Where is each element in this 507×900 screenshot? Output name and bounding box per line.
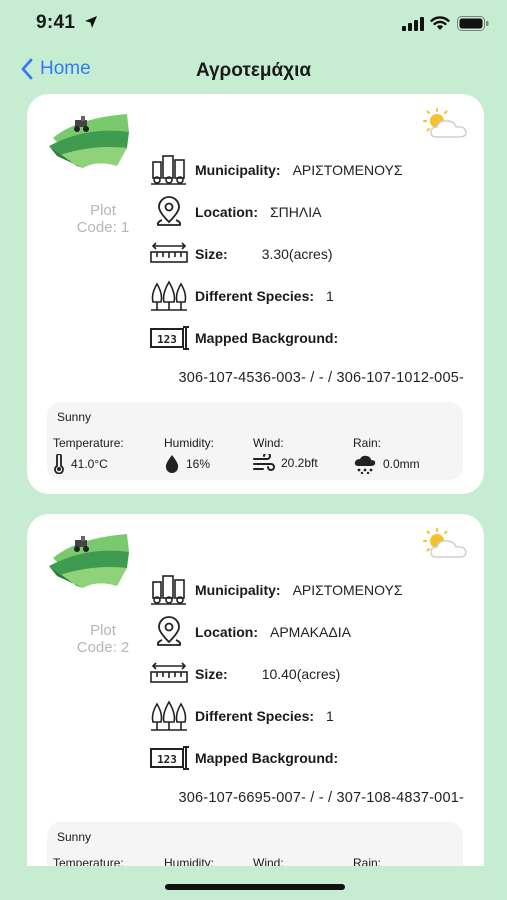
species-value: 1 bbox=[326, 288, 334, 304]
temperature-value: 41.0°C bbox=[71, 457, 108, 471]
buildings-icon bbox=[149, 153, 189, 187]
plot-code-line1: Plot bbox=[90, 202, 116, 219]
rain-metric: Rain: bbox=[353, 856, 381, 866]
status-bar: 9:41 bbox=[4, 0, 503, 50]
temperature-label: Temperature: bbox=[53, 856, 124, 866]
humidity-label: Humidity: bbox=[164, 856, 215, 866]
size-row: Size: 3.30(acres) bbox=[149, 236, 333, 272]
rain-value: 0.0mm bbox=[383, 457, 420, 471]
trees-icon bbox=[149, 279, 189, 313]
size-row: Size: 10.40(acres) bbox=[149, 656, 340, 692]
size-value: 3.30(acres) bbox=[261, 246, 333, 262]
ruler-icon bbox=[149, 657, 189, 691]
plot-code: Plot Code: 2 bbox=[47, 622, 159, 656]
municipality-row: Municipality: ΑΡΙΣΤΟΜΕΝΟΥΣ bbox=[149, 572, 403, 608]
buildings-icon bbox=[149, 573, 189, 607]
svg-text:123: 123 bbox=[157, 333, 177, 346]
numeric-code-icon: 123 bbox=[149, 321, 189, 355]
temperature-metric: Temperature: 41.0°C bbox=[53, 436, 124, 474]
location-label: Location: bbox=[195, 624, 258, 640]
mapped-background-codes: 306-107-6695-007- / - / 307-108-4837-001… bbox=[178, 790, 464, 806]
location-arrow-icon bbox=[85, 16, 97, 28]
weather-condition: Sunny bbox=[57, 410, 92, 424]
wind-metric: Wind: bbox=[253, 856, 284, 866]
species-label: Different Species: bbox=[195, 288, 315, 304]
weather-panel: Sunny Temperature: 41.0°C Humidity: 16% … bbox=[47, 402, 463, 480]
mapped-background-label: Mapped Background: bbox=[195, 330, 339, 346]
map-pin-icon bbox=[149, 195, 189, 229]
plot-code-line2: Code: 2 bbox=[76, 639, 130, 656]
rain-metric: Rain: 0.0mm bbox=[353, 436, 420, 474]
plot-code: Plot Code: 1 bbox=[47, 202, 159, 236]
wind-value: 20.2bft bbox=[281, 456, 318, 470]
location-row: Location: ΣΠΗΛΙΑ bbox=[149, 194, 321, 230]
plot-code-line1: Plot bbox=[90, 622, 116, 639]
page-title: Αγροτεμάχια bbox=[195, 60, 312, 81]
status-time: 9:41 bbox=[36, 12, 76, 33]
plot-list[interactable]: Plot Code: 1 Municipality: ΑΡΙΣΤΟΜΕΝΟΥΣ bbox=[4, 92, 503, 866]
location-row: Location: ΑΡΜΑΚΑΔΙΑ bbox=[149, 614, 351, 650]
numeric-code-icon: 123 bbox=[149, 741, 189, 775]
rain-label: Rain: bbox=[353, 436, 382, 450]
weather-panel: Sunny Temperature: Humidity: Wind: Rain: bbox=[47, 822, 463, 866]
species-label: Different Species: bbox=[195, 708, 315, 724]
temperature-metric: Temperature: bbox=[53, 856, 124, 866]
size-label: Size: bbox=[195, 246, 228, 262]
svg-text:123: 123 bbox=[157, 753, 177, 766]
weather-condition: Sunny bbox=[57, 830, 92, 844]
plot-code-line2: Code: 1 bbox=[76, 219, 130, 236]
temperature-label: Temperature: bbox=[53, 436, 124, 450]
wind-label: Wind: bbox=[253, 436, 284, 450]
mapped-background-row: 123 Mapped Background: bbox=[149, 320, 350, 356]
humidity-metric: Humidity: 16% bbox=[164, 436, 214, 474]
partly-sunny-weather-icon bbox=[423, 528, 467, 558]
wind-label: Wind: bbox=[253, 856, 284, 866]
location-value: ΑΡΜΑΚΑΔΙΑ bbox=[270, 624, 351, 640]
humidity-label: Humidity: bbox=[164, 436, 215, 450]
mapped-background-codes: 306-107-4536-003- / - / 306-107-1012-005… bbox=[178, 370, 464, 386]
water-drop-icon bbox=[165, 455, 179, 473]
wind-metric: Wind: 20.2bft bbox=[253, 436, 318, 472]
trees-icon bbox=[149, 699, 189, 733]
cellular-signal-icon bbox=[402, 17, 424, 31]
battery-icon bbox=[457, 16, 489, 31]
species-value: 1 bbox=[326, 708, 334, 724]
rain-cloud-icon bbox=[354, 455, 376, 474]
wifi-icon bbox=[430, 16, 450, 30]
location-label: Location: bbox=[195, 204, 258, 220]
wind-icon bbox=[253, 454, 275, 471]
map-pin-icon bbox=[149, 615, 189, 649]
mapped-background-row: 123 Mapped Background: bbox=[149, 740, 350, 776]
plot-card[interactable]: Plot Code: 2 Municipality: ΑΡΙΣΤΟΜΕΝΟΥΣ bbox=[27, 514, 484, 866]
size-label: Size: bbox=[195, 666, 228, 682]
thermometer-icon bbox=[54, 454, 64, 474]
phone-screen: 9:41 Home Αγροτεμάχια Plot Code: 1 Munic… bbox=[4, 0, 503, 900]
farm-fields-logo-icon bbox=[49, 114, 129, 168]
location-value: ΣΠΗΛΙΑ bbox=[270, 204, 322, 220]
humidity-value: 16% bbox=[186, 457, 211, 471]
municipality-label: Municipality: bbox=[195, 582, 281, 598]
species-row: Different Species: 1 bbox=[149, 278, 334, 314]
municipality-label: Municipality: bbox=[195, 162, 281, 178]
municipality-value: ΑΡΙΣΤΟΜΕΝΟΥΣ bbox=[292, 162, 403, 178]
humidity-metric: Humidity: bbox=[164, 856, 214, 866]
species-row: Different Species: 1 bbox=[149, 698, 334, 734]
plot-card[interactable]: Plot Code: 1 Municipality: ΑΡΙΣΤΟΜΕΝΟΥΣ bbox=[27, 94, 484, 494]
municipality-value: ΑΡΙΣΤΟΜΕΝΟΥΣ bbox=[292, 582, 403, 598]
home-indicator[interactable] bbox=[165, 884, 345, 890]
mapped-background-label: Mapped Background: bbox=[195, 750, 339, 766]
partly-sunny-weather-icon bbox=[423, 108, 467, 138]
ruler-icon bbox=[149, 237, 189, 271]
rain-label: Rain: bbox=[353, 856, 382, 866]
farm-fields-logo-icon bbox=[49, 534, 129, 588]
navigation-bar: Home Αγροτεμάχια bbox=[4, 52, 503, 92]
municipality-row: Municipality: ΑΡΙΣΤΟΜΕΝΟΥΣ bbox=[149, 152, 403, 188]
size-value: 10.40(acres) bbox=[261, 666, 341, 682]
